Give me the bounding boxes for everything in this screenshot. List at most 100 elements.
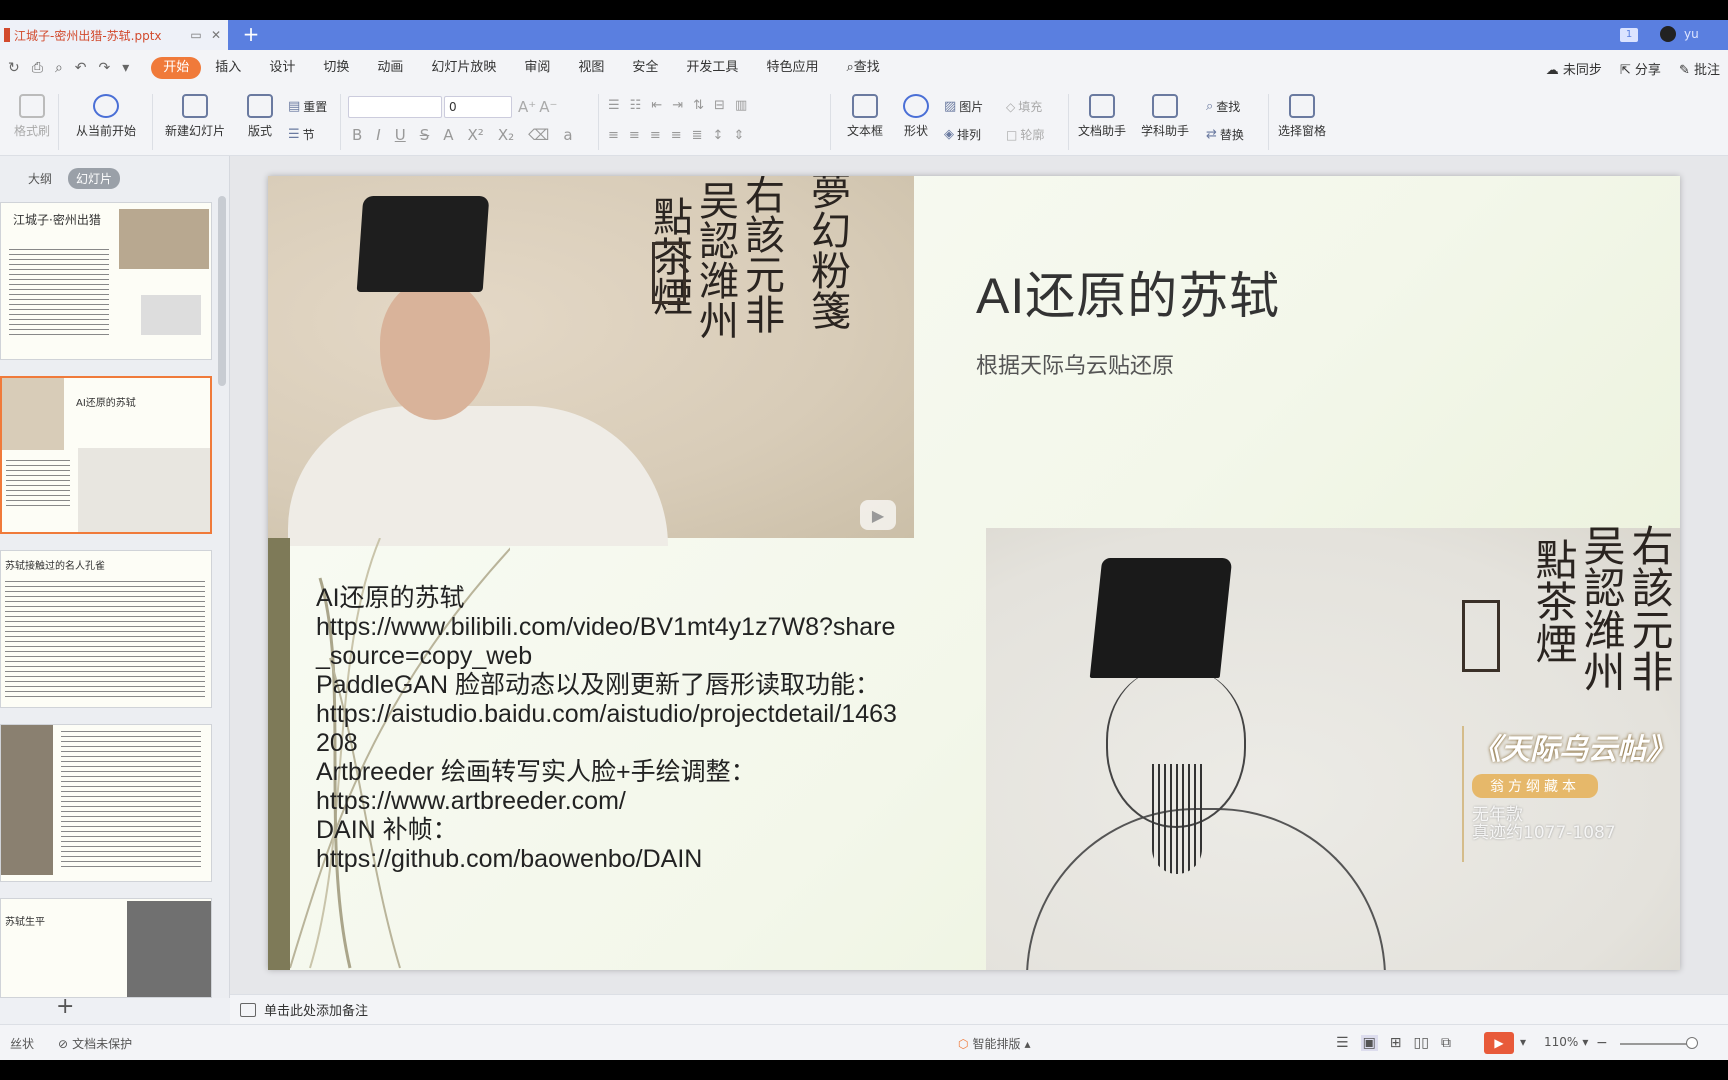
underline-icon[interactable]: U bbox=[395, 126, 406, 144]
redo-icon[interactable]: ↻ bbox=[8, 60, 20, 76]
decrease-indent-icon[interactable]: ⇤ bbox=[651, 98, 662, 113]
doc-helper-button[interactable]: 文档助手 bbox=[1076, 94, 1128, 139]
theme-name[interactable]: 丝状 bbox=[10, 1035, 34, 1052]
slide-sorter-icon[interactable]: ⊞ bbox=[1390, 1035, 1402, 1051]
align-text-icon[interactable]: ⊟ bbox=[714, 98, 725, 113]
slide-thumbnail-1[interactable]: 江城子·密州出猎 bbox=[0, 202, 212, 360]
bullets-icon[interactable]: ☰ bbox=[608, 98, 620, 113]
monitor-icon[interactable]: ▭ bbox=[188, 27, 204, 43]
slide-body-text[interactable]: AI还原的苏轼 https://www.bilibili.com/video/B… bbox=[316, 584, 906, 874]
normal-view-icon[interactable]: ▣ bbox=[1360, 1035, 1378, 1051]
menu-tab-features[interactable]: 特色应用 bbox=[752, 57, 832, 79]
char-spacing-icon[interactable]: a bbox=[563, 126, 572, 144]
grow-font-icon[interactable]: A⁺ bbox=[518, 98, 536, 116]
smart-layout-button[interactable]: ⬡ 智能排版 ▴ bbox=[958, 1035, 1031, 1052]
ai-portrait-video[interactable]: 夢幻粉箋 右該元非 吴認潍州 點茶煙 ▶ bbox=[268, 176, 914, 546]
tab-slides[interactable]: 幻灯片 bbox=[68, 168, 121, 189]
menu-tab-design[interactable]: 设计 bbox=[255, 57, 309, 79]
user-account[interactable]: yu bbox=[1660, 26, 1699, 42]
shrink-font-icon[interactable]: A⁻ bbox=[539, 98, 557, 116]
textbox-button[interactable]: 文本框 bbox=[840, 94, 890, 139]
numbering-icon[interactable]: ☷ bbox=[630, 98, 642, 113]
close-icon[interactable]: ✕ bbox=[208, 27, 224, 43]
distribute-icon[interactable]: ≣ bbox=[692, 128, 703, 143]
subject-helper-button[interactable]: 学科助手 bbox=[1136, 94, 1194, 139]
font-size-select[interactable]: 0 bbox=[444, 96, 512, 118]
slide-thumbnail-4[interactable] bbox=[0, 724, 212, 882]
window-count-badge[interactable]: 1 bbox=[1620, 28, 1638, 42]
columns-icon[interactable]: ▥ bbox=[735, 98, 747, 113]
new-slide-button[interactable]: 新建幻灯片 bbox=[160, 94, 230, 139]
slide-subtitle[interactable]: 根据天际乌云贴还原 bbox=[976, 348, 1174, 380]
format-painter-button[interactable]: 格式刷 bbox=[12, 94, 52, 139]
menu-tab-transitions[interactable]: 切换 bbox=[309, 57, 363, 79]
menu-tab-developer[interactable]: 开发工具 bbox=[672, 57, 752, 79]
current-slide[interactable]: 夢幻粉箋 右該元非 吴認潍州 點茶煙 ▶ AI还原的苏轼 根据天际乌云贴还原 A… bbox=[268, 176, 1680, 970]
align-right-icon[interactable]: ≡ bbox=[650, 128, 661, 143]
section-button[interactable]: ☰ 节 bbox=[288, 126, 315, 143]
superscript-icon[interactable]: X² bbox=[468, 126, 484, 144]
line-spacing-icon[interactable]: ↕ bbox=[713, 128, 724, 143]
menu-tab-view[interactable]: 视图 bbox=[564, 57, 618, 79]
document-tab[interactable]: 江城子-密州出猎-苏轼.pptx ▭ ✕ bbox=[0, 20, 228, 50]
new-tab-button[interactable]: + bbox=[240, 24, 262, 46]
layout-button[interactable]: 版式 bbox=[240, 94, 280, 139]
slideshow-dropdown-icon[interactable]: ▾ bbox=[1520, 1035, 1526, 1049]
replace-button[interactable]: ⇄ 替换 bbox=[1206, 126, 1244, 143]
video-play-icon[interactable]: ▶ bbox=[860, 500, 896, 530]
zoom-out-icon[interactable]: − bbox=[1596, 1035, 1608, 1051]
justify-icon[interactable]: ≡ bbox=[671, 128, 682, 143]
zoom-level[interactable]: 110% ▾ bbox=[1544, 1035, 1588, 1049]
document-protection[interactable]: ⊘ 文档未保护 bbox=[58, 1035, 132, 1052]
slide-title[interactable]: AI还原的苏轼 bbox=[976, 256, 1280, 328]
notes-bar[interactable]: 单击此处添加备注 bbox=[230, 994, 1728, 1024]
menu-search[interactable]: ⌕查找 bbox=[832, 57, 893, 79]
menu-tab-home[interactable]: 开始 bbox=[151, 57, 202, 79]
font-size-adjust[interactable]: A⁺ A⁻ bbox=[518, 98, 557, 116]
text-direction-icon[interactable]: ⇅ bbox=[693, 98, 704, 113]
panel-scrollbar[interactable] bbox=[218, 196, 226, 386]
menu-tab-animations[interactable]: 动画 bbox=[363, 57, 417, 79]
customize-icon[interactable]: ▾ bbox=[122, 60, 129, 76]
menu-tab-review[interactable]: 审阅 bbox=[510, 57, 564, 79]
menu-tab-security[interactable]: 安全 bbox=[618, 57, 672, 79]
picture-button[interactable]: ▨ 图片 bbox=[944, 98, 983, 115]
align-center-icon[interactable]: ≡ bbox=[629, 128, 640, 143]
slide-thumbnail-3[interactable]: 苏轼接触过的名人孔雀 bbox=[0, 550, 212, 708]
menu-tab-insert[interactable]: 插入 bbox=[201, 57, 255, 79]
selection-pane-button[interactable]: 选择窗格 bbox=[1276, 94, 1328, 139]
zoom-slider-thumb[interactable] bbox=[1686, 1037, 1698, 1049]
undo-icon[interactable]: ↶ bbox=[75, 60, 87, 76]
font-color-icon[interactable]: A bbox=[443, 126, 453, 144]
menu-tab-slideshow[interactable]: 幻灯片放映 bbox=[417, 57, 510, 79]
increase-indent-icon[interactable]: ⇥ bbox=[672, 98, 683, 113]
presenter-view-icon[interactable]: ⧉ bbox=[1441, 1035, 1451, 1051]
subscript-icon[interactable]: X₂ bbox=[498, 126, 514, 144]
italic-icon[interactable]: I bbox=[376, 126, 380, 144]
reading-view-icon[interactable]: ▯▯ bbox=[1414, 1035, 1429, 1051]
comment-button[interactable]: ✎ 批注 bbox=[1679, 59, 1720, 78]
slideshow-play-button[interactable]: ▶ bbox=[1484, 1032, 1514, 1054]
align-left-icon[interactable]: ≡ bbox=[608, 128, 619, 143]
clear-format-icon[interactable]: ⌫ bbox=[528, 126, 549, 144]
notes-toggle-icon[interactable]: ☰ bbox=[1336, 1035, 1349, 1051]
calligraphy-portrait-image[interactable]: 右該元非 吴認潍州 點茶煙 《天际乌云帖》 翁方纲藏本 无年款 真迹约1077-… bbox=[986, 524, 1680, 970]
add-slide-button[interactable]: + bbox=[56, 994, 74, 1019]
tab-outline[interactable]: 大纲 bbox=[20, 168, 60, 189]
reset-button[interactable]: ▤ 重置 bbox=[288, 98, 327, 115]
bold-icon[interactable]: B bbox=[352, 126, 362, 144]
outline-button[interactable]: □ 轮廓 bbox=[1006, 126, 1044, 143]
print-preview-icon[interactable]: ⌕ bbox=[55, 60, 63, 76]
arrange-button[interactable]: ◈ 排列 bbox=[944, 126, 981, 143]
start-from-current-button[interactable]: 从当前开始 bbox=[68, 94, 144, 139]
share-button[interactable]: ⇱ 分享 bbox=[1620, 59, 1661, 78]
shape-button[interactable]: 形状 bbox=[896, 94, 936, 139]
zoom-slider[interactable] bbox=[1620, 1043, 1692, 1045]
slide-thumbnail-5[interactable]: 苏轼生平 bbox=[0, 898, 212, 998]
slide-thumbnail-2[interactable]: AI还原的苏轼 bbox=[0, 376, 212, 534]
fill-button[interactable]: ◇ 填充 bbox=[1006, 98, 1042, 115]
print-icon[interactable]: ⎙ bbox=[32, 60, 43, 76]
para-spacing-icon[interactable]: ⇕ bbox=[733, 128, 744, 143]
sync-button[interactable]: ☁ 未同步 bbox=[1546, 59, 1602, 78]
find-button[interactable]: ⌕ 查找 bbox=[1206, 98, 1240, 115]
